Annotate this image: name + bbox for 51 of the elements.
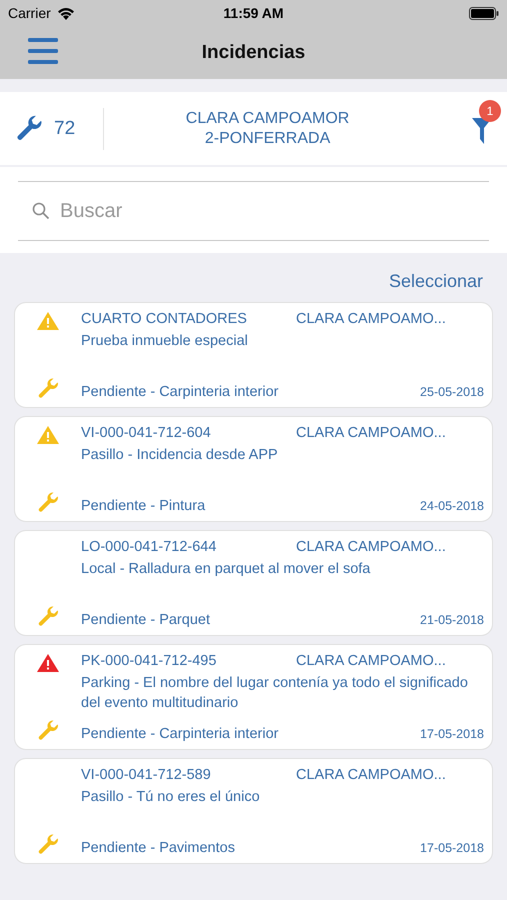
screen-title: Incidencias	[202, 42, 306, 64]
warning-icon	[36, 425, 60, 445]
incident-code: LO-000-041-712-644	[81, 539, 218, 555]
incident-location: CLARA CAMPOAMO...	[296, 425, 446, 441]
status-time: 11:59 AM	[223, 5, 284, 21]
wrench-icon	[36, 833, 60, 857]
incident-status: Pendiente - Carpinteria interior	[81, 384, 278, 400]
incident-date: 17-05-2018	[420, 841, 484, 855]
wrench-icon	[36, 605, 60, 629]
carrier-label: Carrier	[8, 5, 51, 21]
warning-icon	[36, 311, 60, 331]
incident-status: Pendiente - Parquet	[81, 612, 210, 628]
incident-location: CLARA CAMPOAMO...	[296, 539, 446, 555]
incident-code: CUARTO CONTADORES	[81, 311, 248, 327]
incident-date: 25-05-2018	[420, 385, 484, 399]
incident-date: 17-05-2018	[420, 727, 484, 741]
incident-description: Local - Ralladura en parquet al mover el sofa	[81, 561, 370, 577]
wrench-icon	[36, 719, 60, 743]
wrench-icon	[36, 377, 60, 401]
incident-location: CLARA CAMPOAMO...	[296, 311, 446, 327]
incident-code: VI-000-041-712-589	[81, 767, 212, 783]
filter-button[interactable]: 1	[471, 100, 503, 144]
incident-location: CLARA CAMPOAMO...	[296, 653, 446, 669]
incident-count: 72	[54, 118, 76, 140]
incident-card[interactable]: VI-000-041-712-589 CLARA CAMPOAMO... Pasillo - Tú no eres el único Pendiente - Pavimentos 17-05-2018	[14, 758, 493, 864]
incident-description: Pasillo - Incidencia desde APP	[81, 447, 278, 463]
battery-icon	[469, 6, 499, 20]
building-name: CLARA CAMPOAMOR	[186, 108, 350, 128]
incident-description: Pasillo - Tú no eres el único	[81, 789, 260, 805]
incident-location: CLARA CAMPOAMO...	[296, 767, 446, 783]
incident-description: Prueba inmueble especial	[81, 333, 248, 349]
incident-card[interactable]: VI-000-041-712-604 CLARA CAMPOAMO... Pasillo - Incidencia desde APP Pendiente - Pintura 24-05-2018	[14, 416, 493, 522]
incident-code: VI-000-041-712-604	[81, 425, 212, 441]
building-location: 2-PONFERRADA	[204, 128, 330, 148]
menu-button[interactable]	[28, 38, 58, 64]
search-icon	[32, 202, 50, 220]
warning-icon	[36, 653, 60, 673]
wrench-icon	[36, 491, 60, 515]
incident-description: Parking - El nombre del lugar contenía ya todo el significado del evento multitudinario	[81, 675, 468, 711]
incident-status: Pendiente - Carpinteria interior	[81, 726, 278, 742]
filter-badge: 1	[479, 100, 501, 122]
select-link[interactable]: Seleccionar	[388, 271, 483, 292]
incident-date: 24-05-2018	[420, 499, 484, 513]
incident-card[interactable]: PK-000-041-712-495 CLARA CAMPOAMO... Parking - El nombre del lugar contenía ya todo el significado del evento multitudinario Pendiente - Carpinteria interior 17-05-2018	[14, 644, 493, 750]
wifi-icon	[56, 6, 75, 20]
incident-card[interactable]: CUARTO CONTADORES CLARA CAMPOAMO... Prueba inmueble especial Pendiente - Carpinteria interior 25-05-2018	[14, 302, 493, 408]
incident-status: Pendiente - Pavimentos	[81, 840, 235, 856]
incident-card[interactable]: LO-000-041-712-644 CLARA CAMPOAMO... Local - Ralladura en parquet al mover el sofa Pendiente - Parquet 21-05-2018	[14, 530, 493, 636]
incident-status: Pendiente - Pintura	[81, 498, 206, 514]
incident-date: 21-05-2018	[420, 613, 484, 627]
incident-code: PK-000-041-712-495	[81, 653, 218, 669]
